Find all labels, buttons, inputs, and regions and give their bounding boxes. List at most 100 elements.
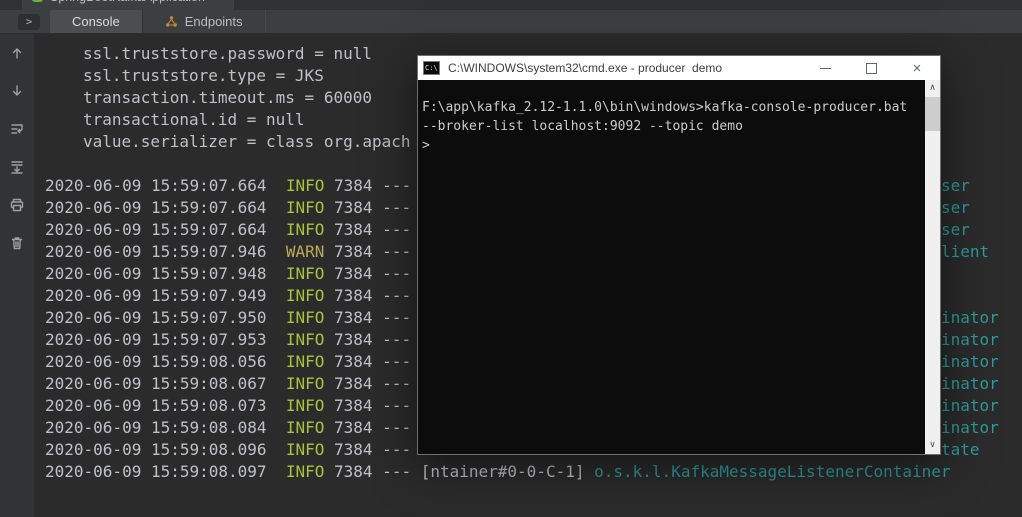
cmd-window-controls: ×	[802, 56, 940, 80]
log-pid: 7384	[334, 198, 373, 217]
clear-all-button[interactable]	[8, 234, 27, 251]
cmd-window[interactable]: C:\ C:\WINDOWS\system32\cmd.exe - produc…	[417, 55, 941, 455]
log-fragment: inator	[941, 330, 999, 349]
log-fragment: tate	[941, 440, 980, 459]
tab-console-label: Console	[72, 14, 120, 29]
log-pid: 7384	[334, 242, 373, 261]
log-separator: ---	[382, 286, 412, 305]
up-arrow-icon: ∧	[929, 83, 936, 93]
log-fragment: ser	[941, 176, 970, 195]
log-pid: 7384	[334, 374, 373, 393]
console-icon: >	[18, 13, 40, 30]
log-separator: ---	[382, 308, 412, 327]
log-timestamp: 2020-06-09 15:59:08.056	[45, 352, 267, 371]
run-tab[interactable]: SpringBootKafkaApplication ×	[22, 0, 234, 10]
down-arrow-icon: ∨	[929, 440, 936, 450]
log-separator: ---	[382, 330, 412, 349]
print-button[interactable]	[8, 196, 27, 213]
cmd-icon-glyph: C:\	[425, 64, 438, 72]
cmd-line: >	[422, 138, 430, 153]
log-timestamp: 2020-06-09 15:59:07.664	[45, 176, 267, 195]
log-timestamp: 2020-06-09 15:59:07.948	[45, 264, 267, 283]
log-separator: ---	[382, 198, 412, 217]
log-timestamp: 2020-06-09 15:59:08.067	[45, 374, 267, 393]
log-separator: ---	[382, 396, 412, 415]
log-separator: ---	[382, 220, 412, 239]
console-toolbar	[0, 34, 35, 517]
log-fragment: inator	[941, 374, 999, 393]
close-icon: ×	[912, 59, 922, 77]
cmd-titlebar[interactable]: C:\ C:\WINDOWS\system32\cmd.exe - produc…	[418, 56, 940, 80]
log-level: INFO	[285, 220, 325, 239]
log-pid: 7384	[334, 220, 373, 239]
log-logger-name: o.s.k.l.KafkaMessageListenerContainer	[594, 462, 951, 481]
close-icon[interactable]: ×	[216, 0, 224, 4]
log-level: INFO	[285, 198, 325, 217]
log-level: INFO	[285, 418, 325, 437]
tab-endpoints[interactable]: Endpoints	[143, 10, 266, 33]
log-pid: 7384	[334, 264, 373, 283]
scroll-down-arrow[interactable]: ∨	[925, 437, 940, 454]
log-level: INFO	[285, 286, 325, 305]
spring-boot-icon	[32, 0, 43, 2]
log-level: INFO	[285, 330, 325, 349]
cmd-line: --broker-list localhost:9092 --topic dem…	[422, 119, 743, 134]
log-fragment: ser	[941, 220, 970, 239]
scroll-up-arrow[interactable]: ∧	[925, 80, 940, 97]
log-thread: [ntainer#0-0-C-1]	[420, 462, 585, 481]
log-timestamp: 2020-06-09 15:59:07.664	[45, 198, 267, 217]
log-pid: 7384	[334, 286, 373, 305]
scroll-to-end-button[interactable]	[8, 158, 27, 175]
log-level: INFO	[285, 462, 325, 481]
close-button[interactable]: ×	[894, 56, 940, 80]
log-fragment: ser	[941, 198, 970, 217]
cmd-scrollbar[interactable]: ∧ ∨	[925, 80, 940, 454]
log-level: INFO	[285, 396, 325, 415]
log-level: INFO	[285, 374, 325, 393]
log-level: INFO	[285, 176, 325, 195]
log-timestamp: 2020-06-09 15:59:07.950	[45, 308, 267, 327]
log-pid: 7384	[334, 330, 373, 349]
cmd-output: F:\app\kafka_2.12-1.1.0\bin\windows>kafk…	[422, 98, 918, 155]
log-timestamp: 2020-06-09 15:59:07.953	[45, 330, 267, 349]
maximize-button[interactable]	[848, 56, 894, 80]
log-separator: ---	[382, 352, 412, 371]
log-pid: 7384	[334, 352, 373, 371]
soft-wrap-button[interactable]	[8, 120, 27, 137]
printer-icon	[10, 198, 24, 211]
run-tab-label: SpringBootKafkaApplication	[50, 0, 205, 4]
scroll-to-end-icon	[11, 160, 23, 174]
log-fragment: inator	[941, 308, 999, 327]
cmd-window-title: C:\WINDOWS\system32\cmd.exe - producer d…	[448, 61, 723, 75]
log-timestamp: 2020-06-09 15:59:08.097	[45, 462, 267, 481]
scroll-down-button[interactable]	[8, 82, 27, 99]
log-separator: ---	[382, 264, 412, 283]
minimize-button[interactable]	[802, 56, 848, 80]
cmd-console[interactable]: F:\app\kafka_2.12-1.1.0\bin\windows>kafk…	[418, 80, 940, 454]
log-separator: ---	[382, 440, 412, 459]
log-level: INFO	[285, 308, 325, 327]
log-pid: 7384	[334, 440, 373, 459]
log-timestamp: 2020-06-09 15:59:07.664	[45, 220, 267, 239]
scrollbar-thumb[interactable]	[925, 97, 940, 131]
console-icon-glyph: >	[25, 14, 33, 28]
log-pid: 7384	[334, 396, 373, 415]
log-timestamp: 2020-06-09 15:59:08.096	[45, 440, 267, 459]
log-separator: ---	[382, 374, 412, 393]
log-pid: 7384	[334, 462, 373, 481]
log-fragment: lient	[941, 242, 990, 261]
maximize-icon	[865, 62, 877, 74]
scroll-up-button[interactable]	[8, 44, 27, 61]
log-level: INFO	[285, 352, 325, 371]
log-fragment: inator	[941, 352, 999, 371]
down-arrow-icon	[12, 84, 22, 96]
log-timestamp: 2020-06-09 15:59:07.946	[45, 242, 267, 261]
log-fragment: inator	[941, 418, 999, 437]
log-fragment: inator	[941, 396, 999, 415]
trash-icon	[11, 236, 23, 249]
tab-console[interactable]: Console	[50, 10, 143, 33]
log-separator: ---	[382, 418, 412, 437]
log-level: WARN	[285, 242, 325, 261]
log-line-final: 2020-06-09 15:59:08.097 INFO 7384 --- [n…	[45, 461, 1022, 483]
endpoints-icon	[165, 15, 178, 28]
